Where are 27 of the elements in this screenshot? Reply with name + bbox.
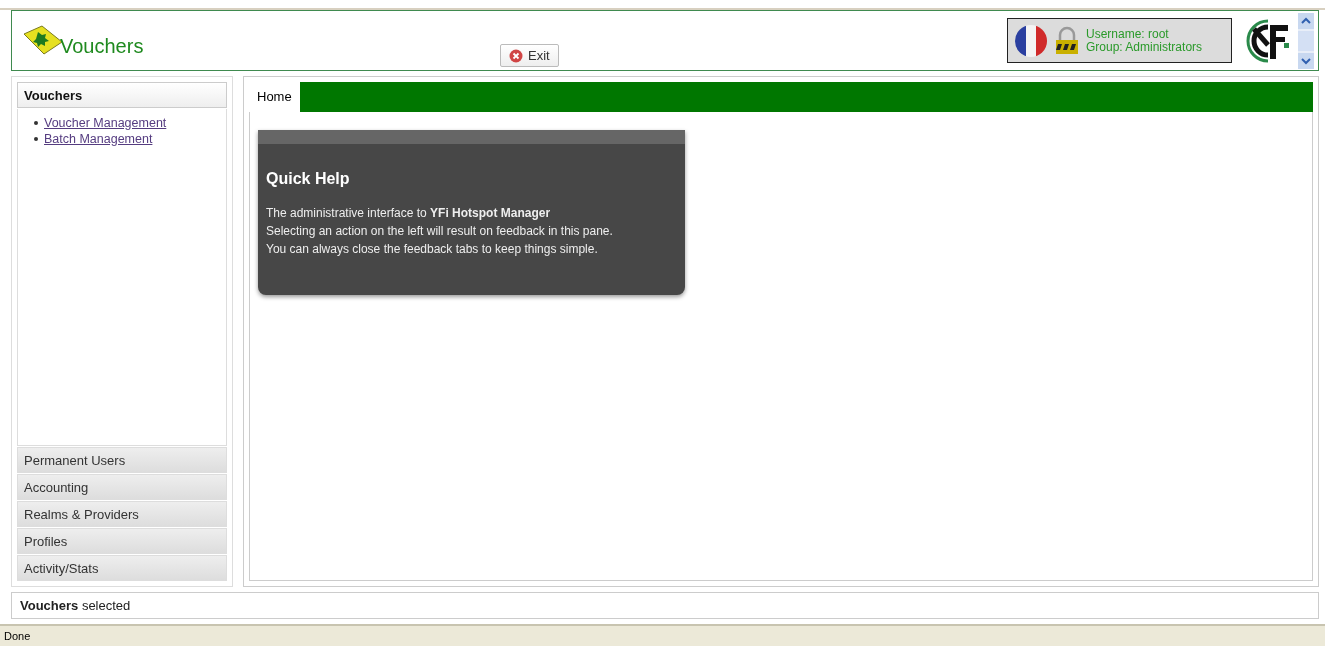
app-title: Vouchers bbox=[60, 34, 144, 58]
help-text: Selecting an action on the left will result on feedback in this pane. bbox=[266, 223, 614, 240]
accordion-header[interactable]: Permanent Users bbox=[17, 447, 227, 473]
accordion-header[interactable]: Profiles bbox=[17, 528, 227, 554]
username-text: Username: root bbox=[1086, 27, 1170, 41]
padlock-icon[interactable] bbox=[1053, 25, 1081, 56]
flag-icon[interactable] bbox=[1014, 23, 1048, 58]
help-title: Quick Help bbox=[266, 170, 351, 188]
tab[interactable]: Home bbox=[249, 82, 300, 112]
status-text: Vouchers selected bbox=[20, 598, 131, 613]
accordion-header[interactable]: Activity/Stats bbox=[17, 555, 227, 581]
accordion-header[interactable]: Vouchers bbox=[17, 82, 227, 108]
scroll-down-button[interactable] bbox=[1298, 52, 1314, 69]
bullet-icon bbox=[34, 137, 38, 141]
close-icon bbox=[509, 48, 523, 63]
accordion-header[interactable]: Realms & Providers bbox=[17, 501, 227, 527]
help-text: The administrative interface to YFi Hotspot Manager bbox=[266, 205, 552, 222]
bullet-icon bbox=[34, 121, 38, 125]
scroll-up-button[interactable] bbox=[1298, 12, 1314, 29]
browser-status-text: Done bbox=[4, 630, 31, 642]
exit-button[interactable]: Exit bbox=[500, 44, 559, 67]
help-text: You can always close the feedback tabs to keep things simple. bbox=[266, 241, 599, 258]
scrollbar[interactable] bbox=[1298, 12, 1314, 69]
menu-link[interactable]: Voucher Management bbox=[44, 115, 167, 131]
accordion-header[interactable]: Accounting bbox=[17, 474, 227, 500]
menu-link[interactable]: Batch Management bbox=[44, 131, 153, 147]
group-text: Group: Administrators bbox=[1086, 40, 1203, 54]
